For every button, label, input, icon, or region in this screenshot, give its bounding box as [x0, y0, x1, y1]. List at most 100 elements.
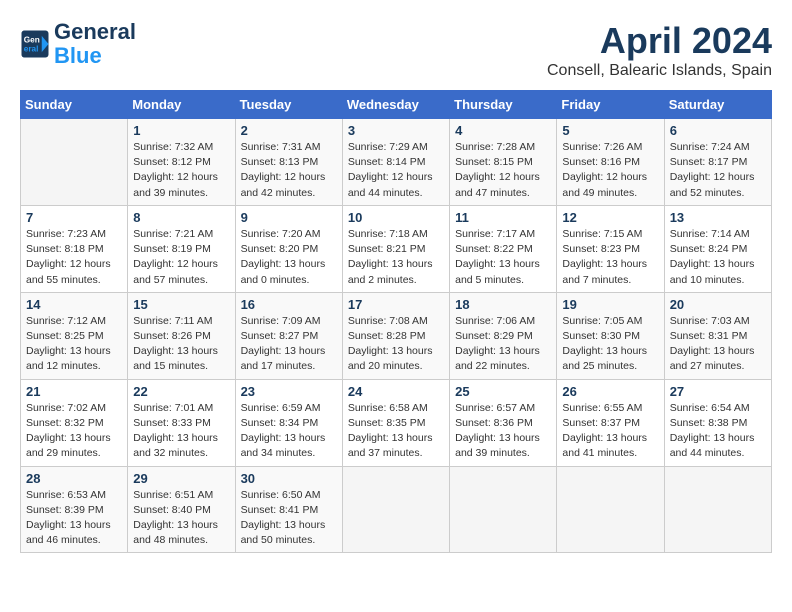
day-number: 23 — [241, 384, 337, 399]
day-number: 18 — [455, 297, 551, 312]
day-info: Sunrise: 7:02 AM Sunset: 8:32 PM Dayligh… — [26, 401, 122, 462]
day-number: 22 — [133, 384, 229, 399]
calendar-cell: 9 Sunrise: 7:20 AM Sunset: 8:20 PM Daylig… — [235, 205, 342, 292]
day-info: Sunrise: 6:57 AM Sunset: 8:36 PM Dayligh… — [455, 401, 551, 462]
day-header-sunday: Sunday — [21, 91, 128, 119]
day-info: Sunrise: 7:20 AM Sunset: 8:20 PM Dayligh… — [241, 227, 337, 288]
calendar-cell: 4 Sunrise: 7:28 AM Sunset: 8:15 PM Daylig… — [450, 119, 557, 206]
day-info: Sunrise: 7:17 AM Sunset: 8:22 PM Dayligh… — [455, 227, 551, 288]
calendar-cell: 15 Sunrise: 7:11 AM Sunset: 8:26 PM Dayli… — [128, 292, 235, 379]
header-row: SundayMondayTuesdayWednesdayThursdayFrid… — [21, 91, 772, 119]
day-number: 4 — [455, 123, 551, 138]
calendar-cell: 26Sunrise: 6:55 AM Sunset: 8:37 PM Dayli… — [557, 379, 664, 466]
calendar-cell: 3Sunrise: 7:29 AM Sunset: 8:14 PM Daylig… — [342, 119, 449, 206]
day-number: 3 — [348, 123, 444, 138]
month-title: April 2024 — [547, 20, 772, 62]
calendar-cell — [450, 466, 557, 553]
calendar-cell: 19 Sunrise: 7:05 AM Sunset: 8:30 PM Dayli… — [557, 292, 664, 379]
day-header-monday: Monday — [128, 91, 235, 119]
day-number: 30 — [241, 471, 337, 486]
day-number: 29 — [133, 471, 229, 486]
logo-icon: Gen eral — [20, 29, 50, 59]
calendar-cell: 29 Sunrise: 6:51 AM Sunset: 8:40 PM Dayli… — [128, 466, 235, 553]
calendar-cell: 17 Sunrise: 7:08 AM Sunset: 8:28 PM Dayli… — [342, 292, 449, 379]
week-row-3: 21 Sunrise: 7:02 AM Sunset: 8:32 PM Dayli… — [21, 379, 772, 466]
calendar-cell: 14 Sunrise: 7:12 AM Sunset: 8:25 PM Dayli… — [21, 292, 128, 379]
location-title: Consell, Balearic Islands, Spain — [547, 62, 772, 80]
day-info: Sunrise: 6:58 AM Sunset: 8:35 PM Dayligh… — [348, 401, 444, 462]
day-number: 13 — [670, 210, 766, 225]
day-info: Sunrise: 6:54 AM Sunset: 8:38 PM Dayligh… — [670, 401, 766, 462]
calendar-cell: 13 Sunrise: 7:14 AM Sunset: 8:24 PM Dayli… — [664, 205, 771, 292]
header: Gen eral General Blue April 2024 Consell… — [20, 20, 772, 80]
day-number: 20 — [670, 297, 766, 312]
calendar-cell: 21 Sunrise: 7:02 AM Sunset: 8:32 PM Dayli… — [21, 379, 128, 466]
calendar-cell: 16Sunrise: 7:09 AM Sunset: 8:27 PM Dayli… — [235, 292, 342, 379]
calendar-cell: 22 Sunrise: 7:01 AM Sunset: 8:33 PM Dayli… — [128, 379, 235, 466]
calendar-cell — [21, 119, 128, 206]
calendar-cell — [342, 466, 449, 553]
day-info: Sunrise: 6:50 AM Sunset: 8:41 PM Dayligh… — [241, 488, 337, 549]
day-info: Sunrise: 7:28 AM Sunset: 8:15 PM Dayligh… — [455, 140, 551, 201]
logo-text: General Blue — [54, 20, 136, 68]
calendar-cell: 6 Sunrise: 7:24 AM Sunset: 8:17 PM Daylig… — [664, 119, 771, 206]
day-number: 5 — [562, 123, 658, 138]
logo-line2: Blue — [54, 43, 102, 68]
day-info: Sunrise: 6:53 AM Sunset: 8:39 PM Dayligh… — [26, 488, 122, 549]
day-info: Sunrise: 7:12 AM Sunset: 8:25 PM Dayligh… — [26, 314, 122, 375]
day-header-friday: Friday — [557, 91, 664, 119]
day-info: Sunrise: 7:03 AM Sunset: 8:31 PM Dayligh… — [670, 314, 766, 375]
day-number: 10 — [348, 210, 444, 225]
day-number: 21 — [26, 384, 122, 399]
calendar-cell: 28 Sunrise: 6:53 AM Sunset: 8:39 PM Dayli… — [21, 466, 128, 553]
calendar-cell: 5 Sunrise: 7:26 AM Sunset: 8:16 PM Daylig… — [557, 119, 664, 206]
day-number: 15 — [133, 297, 229, 312]
day-number: 24 — [348, 384, 444, 399]
calendar-cell: 7Sunrise: 7:23 AM Sunset: 8:18 PM Daylig… — [21, 205, 128, 292]
logo-line1: General — [54, 19, 136, 44]
day-info: Sunrise: 7:15 AM Sunset: 8:23 PM Dayligh… — [562, 227, 658, 288]
day-number: 28 — [26, 471, 122, 486]
day-info: Sunrise: 7:26 AM Sunset: 8:16 PM Dayligh… — [562, 140, 658, 201]
week-row-4: 28 Sunrise: 6:53 AM Sunset: 8:39 PM Dayli… — [21, 466, 772, 553]
calendar-cell: 25Sunrise: 6:57 AM Sunset: 8:36 PM Dayli… — [450, 379, 557, 466]
day-info: Sunrise: 7:06 AM Sunset: 8:29 PM Dayligh… — [455, 314, 551, 375]
day-number: 6 — [670, 123, 766, 138]
day-info: Sunrise: 6:59 AM Sunset: 8:34 PM Dayligh… — [241, 401, 337, 462]
calendar-cell: 12Sunrise: 7:15 AM Sunset: 8:23 PM Dayli… — [557, 205, 664, 292]
logo: Gen eral General Blue — [20, 20, 136, 68]
calendar-cell: 24 Sunrise: 6:58 AM Sunset: 8:35 PM Dayli… — [342, 379, 449, 466]
calendar-cell: 10 Sunrise: 7:18 AM Sunset: 8:21 PM Dayli… — [342, 205, 449, 292]
day-number: 17 — [348, 297, 444, 312]
day-number: 14 — [26, 297, 122, 312]
day-info: Sunrise: 7:01 AM Sunset: 8:33 PM Dayligh… — [133, 401, 229, 462]
day-info: Sunrise: 7:18 AM Sunset: 8:21 PM Dayligh… — [348, 227, 444, 288]
week-row-0: 1Sunrise: 7:32 AM Sunset: 8:12 PM Daylig… — [21, 119, 772, 206]
day-info: Sunrise: 7:23 AM Sunset: 8:18 PM Dayligh… — [26, 227, 122, 288]
day-info: Sunrise: 7:14 AM Sunset: 8:24 PM Dayligh… — [670, 227, 766, 288]
day-number: 8 — [133, 210, 229, 225]
day-info: Sunrise: 6:55 AM Sunset: 8:37 PM Dayligh… — [562, 401, 658, 462]
day-number: 11 — [455, 210, 551, 225]
calendar-cell: 1Sunrise: 7:32 AM Sunset: 8:12 PM Daylig… — [128, 119, 235, 206]
day-number: 19 — [562, 297, 658, 312]
calendar-cell: 11 Sunrise: 7:17 AM Sunset: 8:22 PM Dayli… — [450, 205, 557, 292]
day-info: Sunrise: 7:05 AM Sunset: 8:30 PM Dayligh… — [562, 314, 658, 375]
day-info: Sunrise: 7:09 AM Sunset: 8:27 PM Dayligh… — [241, 314, 337, 375]
calendar-cell: 27 Sunrise: 6:54 AM Sunset: 8:38 PM Dayli… — [664, 379, 771, 466]
day-number: 2 — [241, 123, 337, 138]
calendar-cell — [557, 466, 664, 553]
title-block: April 2024 Consell, Balearic Islands, Sp… — [547, 20, 772, 80]
calendar-cell: 30 Sunrise: 6:50 AM Sunset: 8:41 PM Dayli… — [235, 466, 342, 553]
calendar-cell: 8Sunrise: 7:21 AM Sunset: 8:19 PM Daylig… — [128, 205, 235, 292]
calendar-cell — [664, 466, 771, 553]
day-number: 9 — [241, 210, 337, 225]
day-info: Sunrise: 7:24 AM Sunset: 8:17 PM Dayligh… — [670, 140, 766, 201]
day-info: Sunrise: 6:51 AM Sunset: 8:40 PM Dayligh… — [133, 488, 229, 549]
day-info: Sunrise: 7:08 AM Sunset: 8:28 PM Dayligh… — [348, 314, 444, 375]
svg-text:eral: eral — [24, 45, 39, 54]
calendar-cell: 18 Sunrise: 7:06 AM Sunset: 8:29 PM Dayli… — [450, 292, 557, 379]
day-number: 27 — [670, 384, 766, 399]
week-row-2: 14 Sunrise: 7:12 AM Sunset: 8:25 PM Dayli… — [21, 292, 772, 379]
day-info: Sunrise: 7:11 AM Sunset: 8:26 PM Dayligh… — [133, 314, 229, 375]
